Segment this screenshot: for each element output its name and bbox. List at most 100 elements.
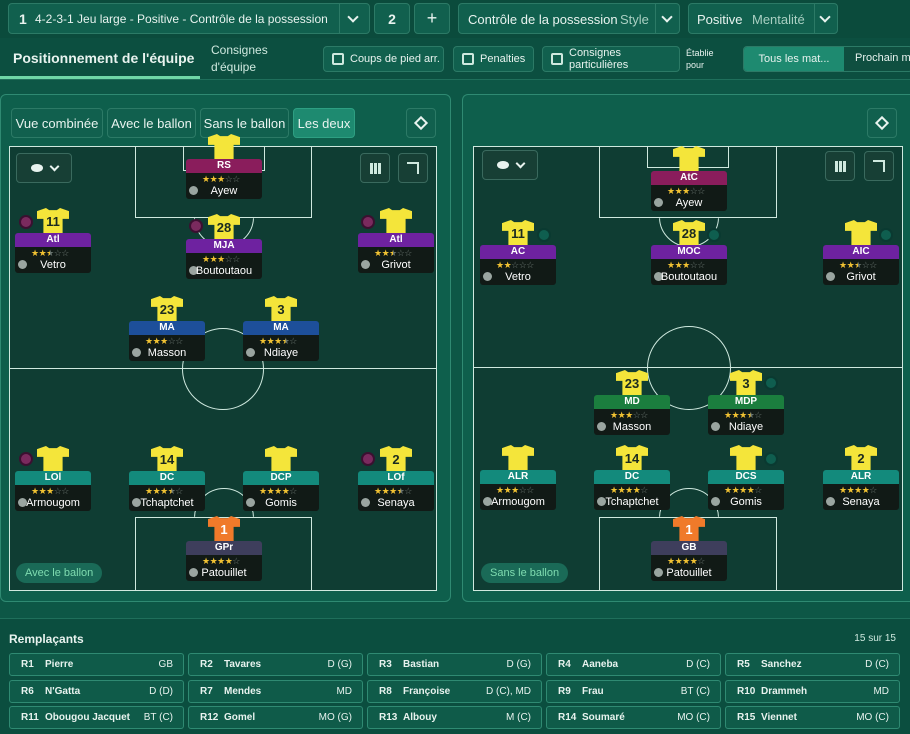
shirt-icon: 11 [37,208,69,234]
shirt-icon: 2 [845,445,877,471]
left-player-card[interactable]: 3 MA ★★★★☆ Ndiaye [243,296,319,361]
add-tactic-button[interactable]: + [414,3,450,34]
left-player-card[interactable]: 1 GPr ★★★★☆ Patouillet [186,516,262,581]
substitute-row[interactable]: R5 Sanchez D (C) [725,653,900,676]
left-grid-button[interactable] [360,153,390,183]
tactic-slot-selector[interactable]: 2 [374,3,410,34]
left-visibility-dropdown[interactable] [16,153,72,183]
substitute-name: Sanchez [761,659,802,670]
shirt-icon [502,445,534,471]
penalties-label: Penalties [480,53,526,65]
right-tactics-toggle-button[interactable] [867,108,897,138]
right-player-card[interactable]: ALR ★★★☆☆ Armougom [480,445,556,510]
substitute-row[interactable]: R15 Viennet MO (C) [725,706,900,729]
special-instructions-button[interactable]: Consignes particulières [542,46,680,72]
view-both-button[interactable]: Les deux [293,108,355,138]
set-pieces-button[interactable]: Coups de pied arr. [323,46,444,72]
next-match-option[interactable]: Prochain m [855,52,910,64]
substitute-position: D (D) [149,686,173,697]
shirt-icon: 3 [265,296,297,322]
rating-stars: ★★★☆☆ [202,254,240,264]
player-info: ★★★☆☆ Ayew [651,185,727,211]
substitute-number: R9 [558,686,571,697]
player-name: Boutoutaou [195,265,253,277]
substitute-row[interactable]: R11 Obougou Jacquet BT (C) [9,706,184,729]
substitute-row[interactable]: R4 Aaneba D (C) [546,653,721,676]
style-selector[interactable]: Contrôle de la possession Style [458,3,680,34]
role-indicator-icon [707,228,721,242]
player-name: Vetro [505,271,531,283]
rating-stars: ★★★☆☆ [667,186,705,196]
substitute-position: MD [873,686,889,697]
sub-navigation: Positionnement de l'équipe Consignes d'é… [0,38,910,80]
substitute-row[interactable]: R8 Françoise D (C), MD [367,680,542,703]
right-player-card[interactable]: 1 GB ★★★★☆ Patouillet [651,516,727,581]
substitute-row[interactable]: R14 Soumaré MO (C) [546,706,721,729]
left-player-card[interactable]: 23 MA ★★★☆☆ Masson [129,296,205,361]
right-player-card[interactable]: AtC ★★★☆☆ Ayew [651,146,727,211]
mentality-selector[interactable]: Positive Mentalité [688,3,838,34]
grid-icon [834,160,846,172]
penalty-icon [462,53,474,65]
penalties-button[interactable]: Penalties [453,46,534,72]
tab-team-instructions-line2: d'équipe [211,60,256,74]
player-name: Masson [147,347,187,359]
substitute-number: R11 [21,712,39,723]
tactic-name: 4-2-3-1 Jeu large - Positive - Contrôle … [35,12,328,26]
view-in-possession-label: Avec le ballon [111,115,192,131]
rating-stars: ★★★☆☆ [496,485,534,495]
substitute-position: D (G) [506,659,531,670]
role-indicator-icon [764,376,778,390]
view-in-possession-button[interactable]: Avec le ballon [107,108,196,138]
substitute-number: R3 [379,659,392,670]
player-info: ★★☆☆☆ Vetro [480,259,556,285]
special-instructions-label: Consignes particulières [569,47,629,71]
player-role: LOl [15,471,91,485]
tab-team-positioning[interactable]: Positionnement de l'équipe [13,50,194,66]
substitute-row[interactable]: R6 N'Gatta D (D) [9,680,184,703]
style-value: Contrôle de la possession [468,12,618,27]
substitute-row[interactable]: R10 Drammeh MD [725,680,900,703]
left-expand-button[interactable] [398,153,428,183]
right-phase-label: Sans le ballon [490,567,560,579]
substitute-position: BT (C) [680,686,710,697]
rating-stars: ★★★★☆ [724,410,762,420]
substitute-row[interactable]: R1 Pierre GB [9,653,184,676]
substitute-position: D (G) [327,659,352,670]
left-player-card[interactable]: 14 DC ★★★★☆ Tchaptchet [129,446,205,511]
view-combined-button[interactable]: Vue combinée [11,108,103,138]
player-info: ★★★☆☆ Armougom [15,485,91,511]
left-player-card[interactable]: RS ★★★☆☆ Ayew [186,134,262,199]
right-visibility-dropdown[interactable] [482,150,538,180]
all-matches-option[interactable]: Tous les mat... [744,47,844,71]
player-role: MA [129,321,205,335]
substitute-position: MO (G) [318,712,352,723]
substitute-name: Albouy [403,712,437,723]
player-info: ★★★☆☆ Vetro [15,247,91,273]
right-expand-button[interactable] [864,151,894,181]
player-info: ★★★☆☆ Boutoutaou [186,253,262,279]
substitute-row[interactable]: R12 Gomel MO (G) [188,706,363,729]
rating-stars: ★★★☆☆ [31,248,69,258]
shirt-icon [37,446,69,472]
right-player-card[interactable]: 2 ALR ★★★★☆ Senaya [823,445,899,510]
left-tactics-toggle-button[interactable] [406,108,436,138]
eye-icon [496,161,509,169]
substitute-row[interactable]: R3 Bastian D (G) [367,653,542,676]
right-player-card[interactable]: 23 MD ★★★☆☆ Masson [594,370,670,435]
substitute-row[interactable]: R13 Albouy M (C) [367,706,542,729]
diamond-icon [413,115,429,131]
right-grid-button[interactable] [825,151,855,181]
role-indicator-icon [764,452,778,466]
substitute-row[interactable]: R7 Mendes MD [188,680,363,703]
shirt-icon: 3 [730,370,762,396]
tactic-selector[interactable]: 1 4-2-3-1 Jeu large - Positive - Contrôl… [8,3,370,34]
tab-team-instructions[interactable]: Consignes d'équipe [211,42,268,76]
right-player-card[interactable]: 14 DC ★★★★☆ Tchaptchet [594,445,670,510]
substitute-row[interactable]: R2 Tavares D (G) [188,653,363,676]
left-player-card[interactable]: DCP ★★★★☆ Gomis [243,446,319,511]
substitute-row[interactable]: R9 Frau BT (C) [546,680,721,703]
player-name: Ayew [210,185,238,197]
shirt-icon: 23 [616,370,648,396]
player-info: ★★★☆☆ Armougom [480,484,556,510]
